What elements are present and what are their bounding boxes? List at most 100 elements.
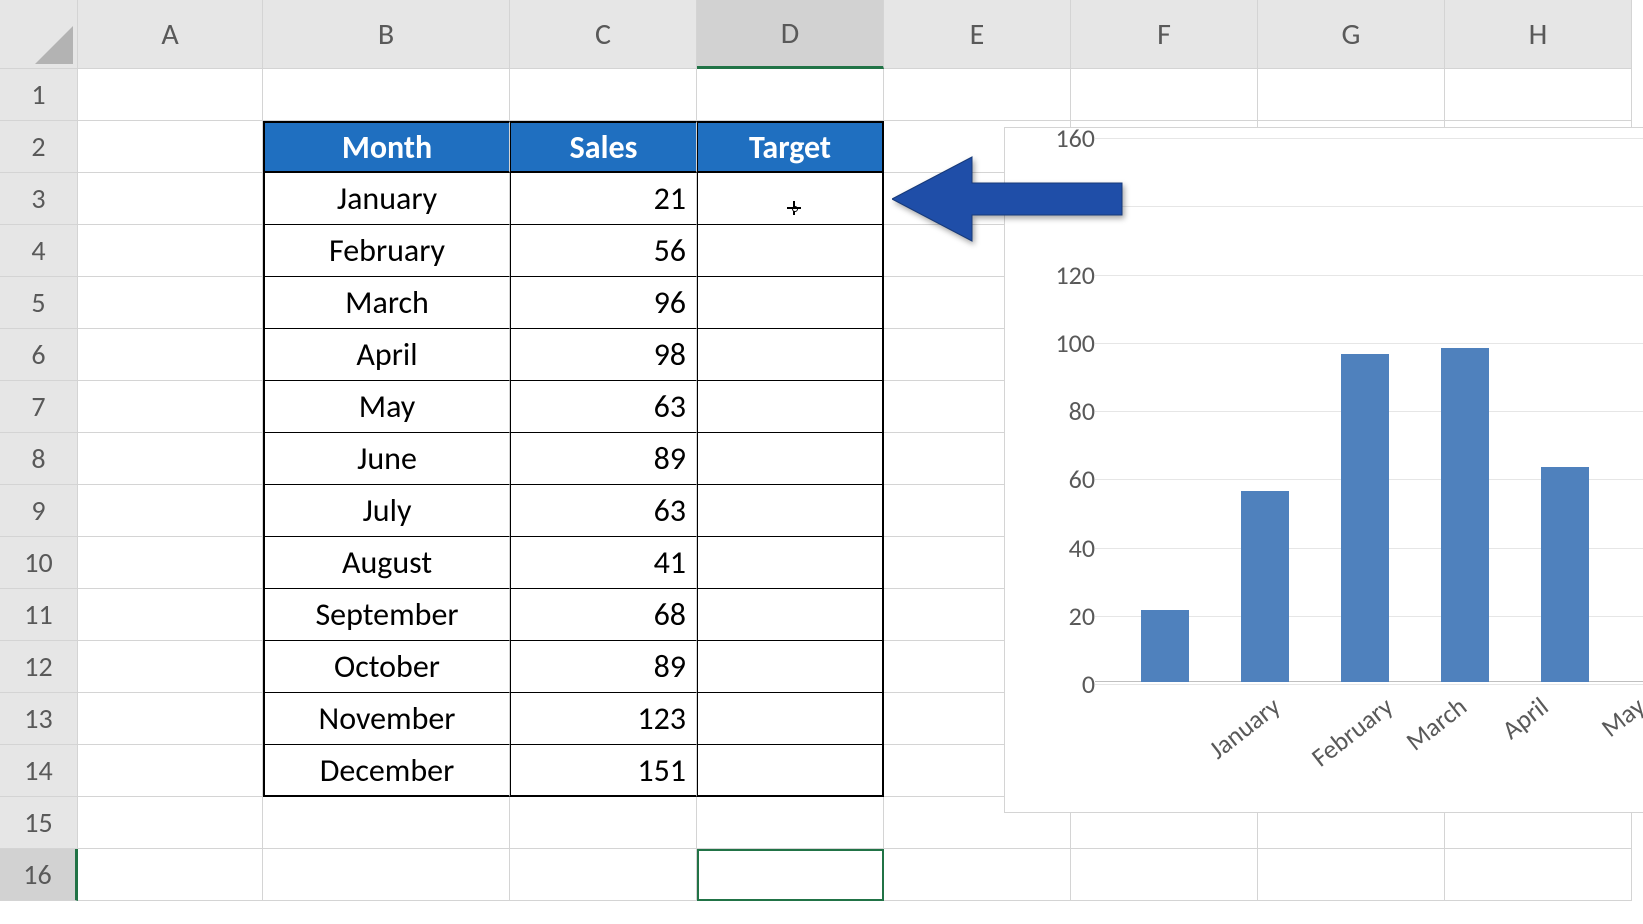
cell-D16[interactable] <box>697 849 884 901</box>
cell-B10[interactable]: August <box>263 537 510 589</box>
column-header-B[interactable]: B <box>263 0 510 69</box>
cell-D4[interactable] <box>697 225 884 277</box>
cell-C4[interactable]: 56 <box>510 225 697 277</box>
cell-C3[interactable]: 21 <box>510 173 697 225</box>
cell-A15[interactable] <box>78 797 263 849</box>
chart-bar[interactable] <box>1541 467 1589 682</box>
cell-B11[interactable]: September <box>263 589 510 641</box>
cell-B13[interactable]: November <box>263 693 510 745</box>
row-header-6[interactable]: 6 <box>0 329 78 381</box>
chart-bar[interactable] <box>1341 354 1389 682</box>
row-header-10[interactable]: 10 <box>0 537 78 589</box>
row-header-12[interactable]: 12 <box>0 641 78 693</box>
row-header-11[interactable]: 11 <box>0 589 78 641</box>
cell-E1[interactable] <box>884 69 1071 121</box>
row-header-2[interactable]: 2 <box>0 121 78 173</box>
cell-A16[interactable] <box>78 849 263 901</box>
column-header-E[interactable]: E <box>884 0 1071 69</box>
cell-C5[interactable]: 96 <box>510 277 697 329</box>
cell-C9[interactable]: 63 <box>510 485 697 537</box>
cell-A9[interactable] <box>78 485 263 537</box>
cell-C8[interactable]: 89 <box>510 433 697 485</box>
cell-B14[interactable]: December <box>263 745 510 797</box>
column-header-H[interactable]: H <box>1445 0 1632 69</box>
cell-F1[interactable] <box>1071 69 1258 121</box>
column-header-A[interactable]: A <box>78 0 263 69</box>
cell-B4[interactable]: February <box>263 225 510 277</box>
row-header-14[interactable]: 14 <box>0 745 78 797</box>
select-all-corner[interactable] <box>0 0 78 69</box>
cell-A12[interactable] <box>78 641 263 693</box>
cell-C15[interactable] <box>510 797 697 849</box>
cell-E16[interactable] <box>884 849 1071 901</box>
cell-A10[interactable] <box>78 537 263 589</box>
cell-F16[interactable] <box>1071 849 1258 901</box>
row-header-7[interactable]: 7 <box>0 381 78 433</box>
column-header-C[interactable]: C <box>510 0 697 69</box>
cell-D9[interactable] <box>697 485 884 537</box>
cell-B7[interactable]: May <box>263 381 510 433</box>
cell-C12[interactable]: 89 <box>510 641 697 693</box>
cell-B16[interactable] <box>263 849 510 901</box>
cell-G1[interactable] <box>1258 69 1445 121</box>
cell-D6[interactable] <box>697 329 884 381</box>
cell-B12[interactable]: October <box>263 641 510 693</box>
column-header-F[interactable]: F <box>1071 0 1258 69</box>
cell-C16[interactable] <box>510 849 697 901</box>
chart-bar[interactable] <box>1441 348 1489 682</box>
cell-D3[interactable] <box>697 173 884 225</box>
cell-D12[interactable] <box>697 641 884 693</box>
cell-G16[interactable] <box>1258 849 1445 901</box>
cell-C1[interactable] <box>510 69 697 121</box>
cell-B8[interactable]: June <box>263 433 510 485</box>
row-header-13[interactable]: 13 <box>0 693 78 745</box>
cell-D14[interactable] <box>697 745 884 797</box>
row-header-4[interactable]: 4 <box>0 225 78 277</box>
cell-D2[interactable]: Target <box>697 121 884 173</box>
cell-C11[interactable]: 68 <box>510 589 697 641</box>
row-header-3[interactable]: 3 <box>0 173 78 225</box>
cell-A4[interactable] <box>78 225 263 277</box>
cell-D11[interactable] <box>697 589 884 641</box>
cell-H1[interactable] <box>1445 69 1632 121</box>
cell-C10[interactable]: 41 <box>510 537 697 589</box>
cell-B15[interactable] <box>263 797 510 849</box>
column-header-G[interactable]: G <box>1258 0 1445 69</box>
cell-D10[interactable] <box>697 537 884 589</box>
cell-B9[interactable]: July <box>263 485 510 537</box>
cell-A11[interactable] <box>78 589 263 641</box>
cell-B2[interactable]: Month <box>263 121 510 173</box>
cell-D1[interactable] <box>697 69 884 121</box>
row-header-16[interactable]: 16 <box>0 849 78 901</box>
column-header-D[interactable]: D <box>697 0 884 69</box>
cell-A8[interactable] <box>78 433 263 485</box>
cell-B1[interactable] <box>263 69 510 121</box>
chart-bar[interactable] <box>1241 491 1289 682</box>
cell-B5[interactable]: March <box>263 277 510 329</box>
chart-bar[interactable] <box>1141 610 1189 682</box>
cell-C6[interactable]: 98 <box>510 329 697 381</box>
cell-A13[interactable] <box>78 693 263 745</box>
row-header-5[interactable]: 5 <box>0 277 78 329</box>
row-header-15[interactable]: 15 <box>0 797 78 849</box>
cell-A5[interactable] <box>78 277 263 329</box>
cell-A6[interactable] <box>78 329 263 381</box>
cell-B6[interactable]: April <box>263 329 510 381</box>
cell-D5[interactable] <box>697 277 884 329</box>
cell-C7[interactable]: 63 <box>510 381 697 433</box>
cell-C13[interactable]: 123 <box>510 693 697 745</box>
row-header-8[interactable]: 8 <box>0 433 78 485</box>
cell-B3[interactable]: January <box>263 173 510 225</box>
cell-A14[interactable] <box>78 745 263 797</box>
row-header-9[interactable]: 9 <box>0 485 78 537</box>
cell-C14[interactable]: 151 <box>510 745 697 797</box>
cell-C2[interactable]: Sales <box>510 121 697 173</box>
cell-A3[interactable] <box>78 173 263 225</box>
cell-A2[interactable] <box>78 121 263 173</box>
cell-A7[interactable] <box>78 381 263 433</box>
cell-A1[interactable] <box>78 69 263 121</box>
cell-D15[interactable] <box>697 797 884 849</box>
cell-H16[interactable] <box>1445 849 1632 901</box>
cell-D7[interactable] <box>697 381 884 433</box>
row-header-1[interactable]: 1 <box>0 69 78 121</box>
